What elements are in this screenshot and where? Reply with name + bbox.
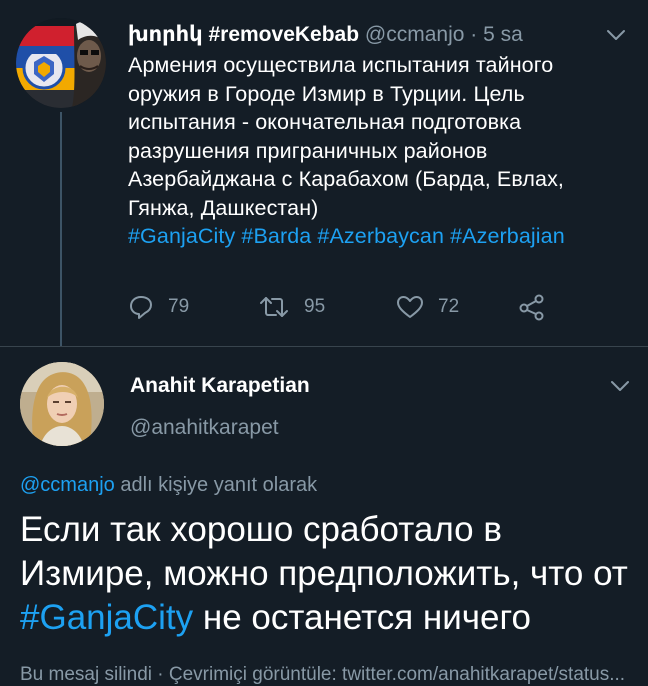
author-handle[interactable]: @ccmanjo bbox=[365, 23, 465, 46]
replying-to-text: adlı kişiye yanıt olarak bbox=[114, 474, 318, 496]
tweet-text-line: Гянжа, Дашкестан) bbox=[128, 195, 319, 220]
reply-text: Если так хорошо сработало в Измире, можн… bbox=[20, 508, 632, 640]
tweet-timestamp[interactable]: 5 sa bbox=[483, 23, 523, 46]
avatar-image bbox=[16, 18, 106, 108]
heart-icon bbox=[397, 296, 423, 318]
replying-to: @ccmanjo adlı kişiye yanıt olarak bbox=[20, 474, 317, 497]
reply-text-part: Если так хорошо сработало в Измире, можн… bbox=[20, 510, 628, 593]
author-avatar[interactable] bbox=[16, 18, 106, 108]
like-count: 72 bbox=[438, 296, 460, 317]
tweet-header: խորհկ #removeKebab @ccmanjo · 5 sa bbox=[128, 22, 628, 48]
tweet-text-line: испытания - окончательная подготовка bbox=[128, 110, 522, 134]
avatar-image bbox=[20, 362, 104, 446]
author-name[interactable]: խորհկ #removeKebab bbox=[128, 23, 359, 46]
like-button[interactable]: 72 bbox=[396, 292, 459, 322]
separator-dot: · bbox=[470, 23, 478, 46]
tweet-content: խորհկ #removeKebab @ccmanjo · 5 sa Армен… bbox=[128, 22, 628, 251]
reply-text-part: не останется ничего bbox=[193, 598, 531, 637]
share-button[interactable] bbox=[518, 292, 546, 322]
retweet-count: 95 bbox=[304, 296, 326, 317]
reply-author-name[interactable]: Anahit Karapetian bbox=[130, 374, 310, 398]
divider bbox=[0, 346, 648, 347]
tweet: խորհկ #removeKebab @ccmanjo · 5 sa Армен… bbox=[0, 0, 648, 346]
replying-to-handle[interactable]: @ccmanjo bbox=[20, 474, 115, 496]
tweet-text-line: оружия в Городе Измир в Турции. Цель bbox=[128, 81, 525, 106]
tweet-text: Армения осуществила испытания тайного ор… bbox=[128, 51, 628, 251]
reply-author-handle[interactable]: @anahitkarapet bbox=[130, 416, 279, 440]
reply-button[interactable]: 79 bbox=[128, 292, 189, 322]
tweet-actions: 79 95 72 bbox=[128, 292, 588, 322]
tweet-text-line: Азербайджана с Карабахом (Барда, Евлах, bbox=[128, 167, 564, 191]
retweet-button[interactable]: 95 bbox=[258, 292, 325, 322]
chevron-down-icon[interactable] bbox=[606, 29, 626, 41]
tweet-text-line: разрушения приграничных районов bbox=[128, 138, 488, 163]
thread-line bbox=[60, 112, 62, 346]
chevron-down-icon[interactable] bbox=[610, 380, 630, 392]
reply-icon bbox=[130, 296, 152, 319]
share-icon bbox=[519, 294, 544, 321]
reply-count: 79 bbox=[168, 296, 190, 317]
reply-hashtag[interactable]: #GanjaCity bbox=[20, 598, 193, 637]
reply-footer: Bu mesaj silindi · Çevrimiçi görüntüle: … bbox=[20, 664, 626, 685]
tweet-text-line: Армения осуществила испытания тайного bbox=[128, 53, 554, 77]
retweet-icon bbox=[260, 297, 288, 317]
tweet-hashtags[interactable]: #GanjaCity #Barda #Azerbaycan #Azerbajia… bbox=[128, 222, 628, 251]
reply-author-avatar[interactable] bbox=[20, 362, 104, 446]
